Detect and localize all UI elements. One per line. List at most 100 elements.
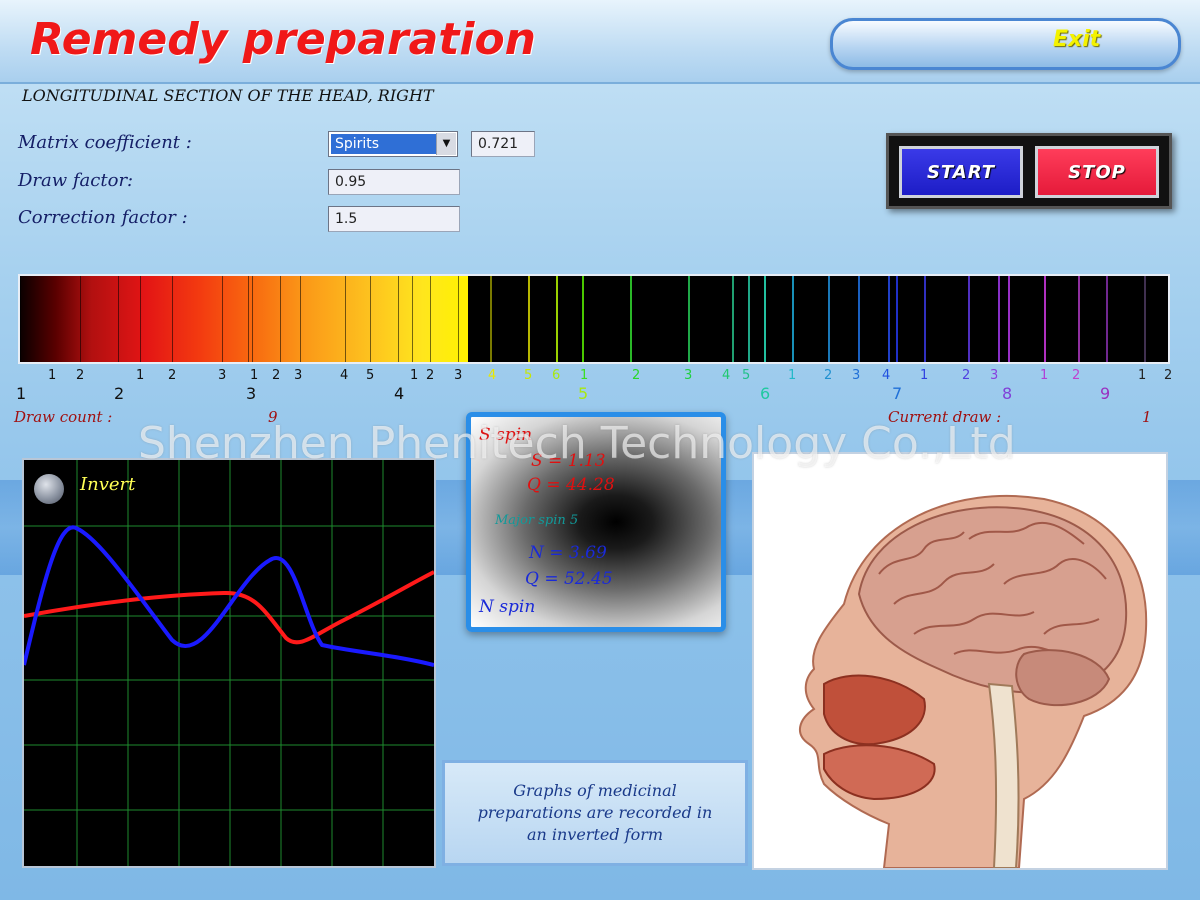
control-panel: START STOP: [886, 133, 1172, 209]
page-title: Remedy preparation: [30, 14, 536, 65]
spectrum-line: [222, 276, 223, 362]
start-button[interactable]: START: [899, 146, 1023, 198]
correction-factor-field[interactable]: 1.5: [328, 206, 460, 232]
spectrum-line: [924, 276, 926, 362]
spectrum-line: [140, 276, 141, 362]
spectrum-line: [458, 276, 459, 362]
spectrum-tick-label: 3: [218, 368, 227, 383]
spectrum-tick-label: 1: [1138, 368, 1147, 383]
spectrum-line: [398, 276, 399, 362]
matrix-coefficient-selected: Spirits: [331, 134, 437, 154]
spectrum-tick-label: 1: [250, 368, 259, 383]
matrix-coefficient-label: Matrix coefficient :: [18, 132, 192, 153]
spectrum-line: [858, 276, 860, 362]
spectrum-tick-label: 4: [722, 368, 731, 383]
spectrum-tick-label: 2: [824, 368, 833, 383]
spectrum-line: [248, 276, 249, 362]
spectrum-tick-label: 2: [168, 368, 177, 383]
spectrum-tick-label: 3: [684, 368, 693, 383]
spectrum-line: [630, 276, 632, 362]
graph-canvas: [24, 460, 434, 866]
spectrum-tick-label: 1: [920, 368, 929, 383]
spectrum-line: [1144, 276, 1146, 362]
section-subtitle: LONGITUDINAL SECTION OF THE HEAD, RIGHT: [22, 86, 434, 105]
spectrum-tick-label: 1: [16, 384, 27, 403]
spectrum-line: [1106, 276, 1108, 362]
spectrum-line: [300, 276, 301, 362]
spectrum-tick-label: 8: [1002, 384, 1013, 403]
spectrum-line: [888, 276, 890, 362]
spectrum-line: [1008, 276, 1010, 362]
draw-factor-field[interactable]: 0.95: [328, 169, 460, 195]
spectrum-line: [896, 276, 898, 362]
s-spin-q: Q = 44.28: [527, 475, 615, 495]
spectrum-tick-label: 3: [454, 368, 463, 383]
spectrum-tick-label: 1: [580, 368, 589, 383]
caption-panel: Graphs of medicinal preparations are rec…: [442, 760, 748, 866]
current-draw-value: 1: [1142, 408, 1152, 426]
spectrum-line: [490, 276, 492, 362]
spectrum-tick-label: 2: [1164, 368, 1173, 383]
spectrum-tick-label: 3: [990, 368, 999, 383]
n-spin-label: N spin: [479, 597, 536, 617]
spectrum-tick-label: 3: [852, 368, 861, 383]
spectrum-tick-label: 1: [48, 368, 57, 383]
spectrum-line: [792, 276, 794, 362]
spectrum-line: [430, 276, 431, 362]
spectrum-tick-label: 6: [552, 368, 561, 383]
matrix-coefficient-select[interactable]: Spirits ▼: [328, 131, 458, 157]
spectrum-bar: [18, 274, 1170, 364]
spectrum-line: [345, 276, 346, 362]
spectrum-line: [764, 276, 766, 362]
invert-label: Invert: [80, 474, 136, 495]
spectrum-line: [968, 276, 970, 362]
spectrum-tick-label: 2: [632, 368, 641, 383]
draw-factor-label: Draw factor:: [18, 170, 134, 191]
spectrum-tick-label: 5: [742, 368, 751, 383]
spectrum-line: [412, 276, 413, 362]
spectrum-tick-label: 2: [76, 368, 85, 383]
spectrum-tick-label: 5: [578, 384, 589, 403]
spectrum-tick-label: 1: [788, 368, 797, 383]
exit-pill: Exit: [830, 18, 1181, 70]
spectrum-line: [998, 276, 1000, 362]
spectrum-tick-label: 1: [136, 368, 145, 383]
spectrum-line: [1078, 276, 1080, 362]
spectrum-line: [370, 276, 371, 362]
spectrum-line: [252, 276, 253, 362]
graph-grid: [24, 460, 434, 866]
major-spin-label: Major spin 5: [495, 513, 579, 528]
spectrum-tick-label: 4: [394, 384, 405, 403]
graph-blue-curve: [24, 525, 434, 667]
spectrum-line: [556, 276, 558, 362]
head-anatomy-illustration: [799, 494, 1148, 868]
chevron-down-icon[interactable]: ▼: [436, 133, 456, 155]
invert-toggle-button[interactable]: [34, 474, 64, 504]
graph-panel: Invert: [22, 458, 436, 868]
spectrum-tick-label: 9: [1100, 384, 1111, 403]
spectrum-tick-label: 2: [1072, 368, 1081, 383]
stop-button[interactable]: STOP: [1035, 146, 1159, 198]
matrix-coefficient-value: 0.721: [471, 131, 535, 157]
spectrum-tick-label: 5: [524, 368, 533, 383]
spectrum-tick-label: 1: [410, 368, 419, 383]
spectrum-line: [1044, 276, 1046, 362]
spectrum-tick-label: 4: [882, 368, 891, 383]
spectrum-tick-label: 7: [892, 384, 903, 403]
spectrum-line: [828, 276, 830, 362]
spectrum-line: [748, 276, 750, 362]
spectrum-tick-label: 6: [760, 384, 771, 403]
spectrum-tick-label: 3: [246, 384, 257, 403]
spectrum-tick-label: 2: [426, 368, 435, 383]
spectrum-line: [280, 276, 281, 362]
spectrum-tick-label: 5: [366, 368, 375, 383]
spectrum-line: [732, 276, 734, 362]
caption-text: Graphs of medicinal preparations are rec…: [477, 781, 713, 844]
spectrum-tick-label: 3: [294, 368, 303, 383]
exit-button[interactable]: Exit: [1053, 27, 1100, 52]
spectrum-line: [172, 276, 173, 362]
n-spin-q: Q = 52.45: [525, 569, 613, 589]
head-section-image: [752, 452, 1168, 870]
spectrum-tick-label: 2: [114, 384, 125, 403]
correction-factor-label: Correction factor :: [18, 207, 188, 228]
